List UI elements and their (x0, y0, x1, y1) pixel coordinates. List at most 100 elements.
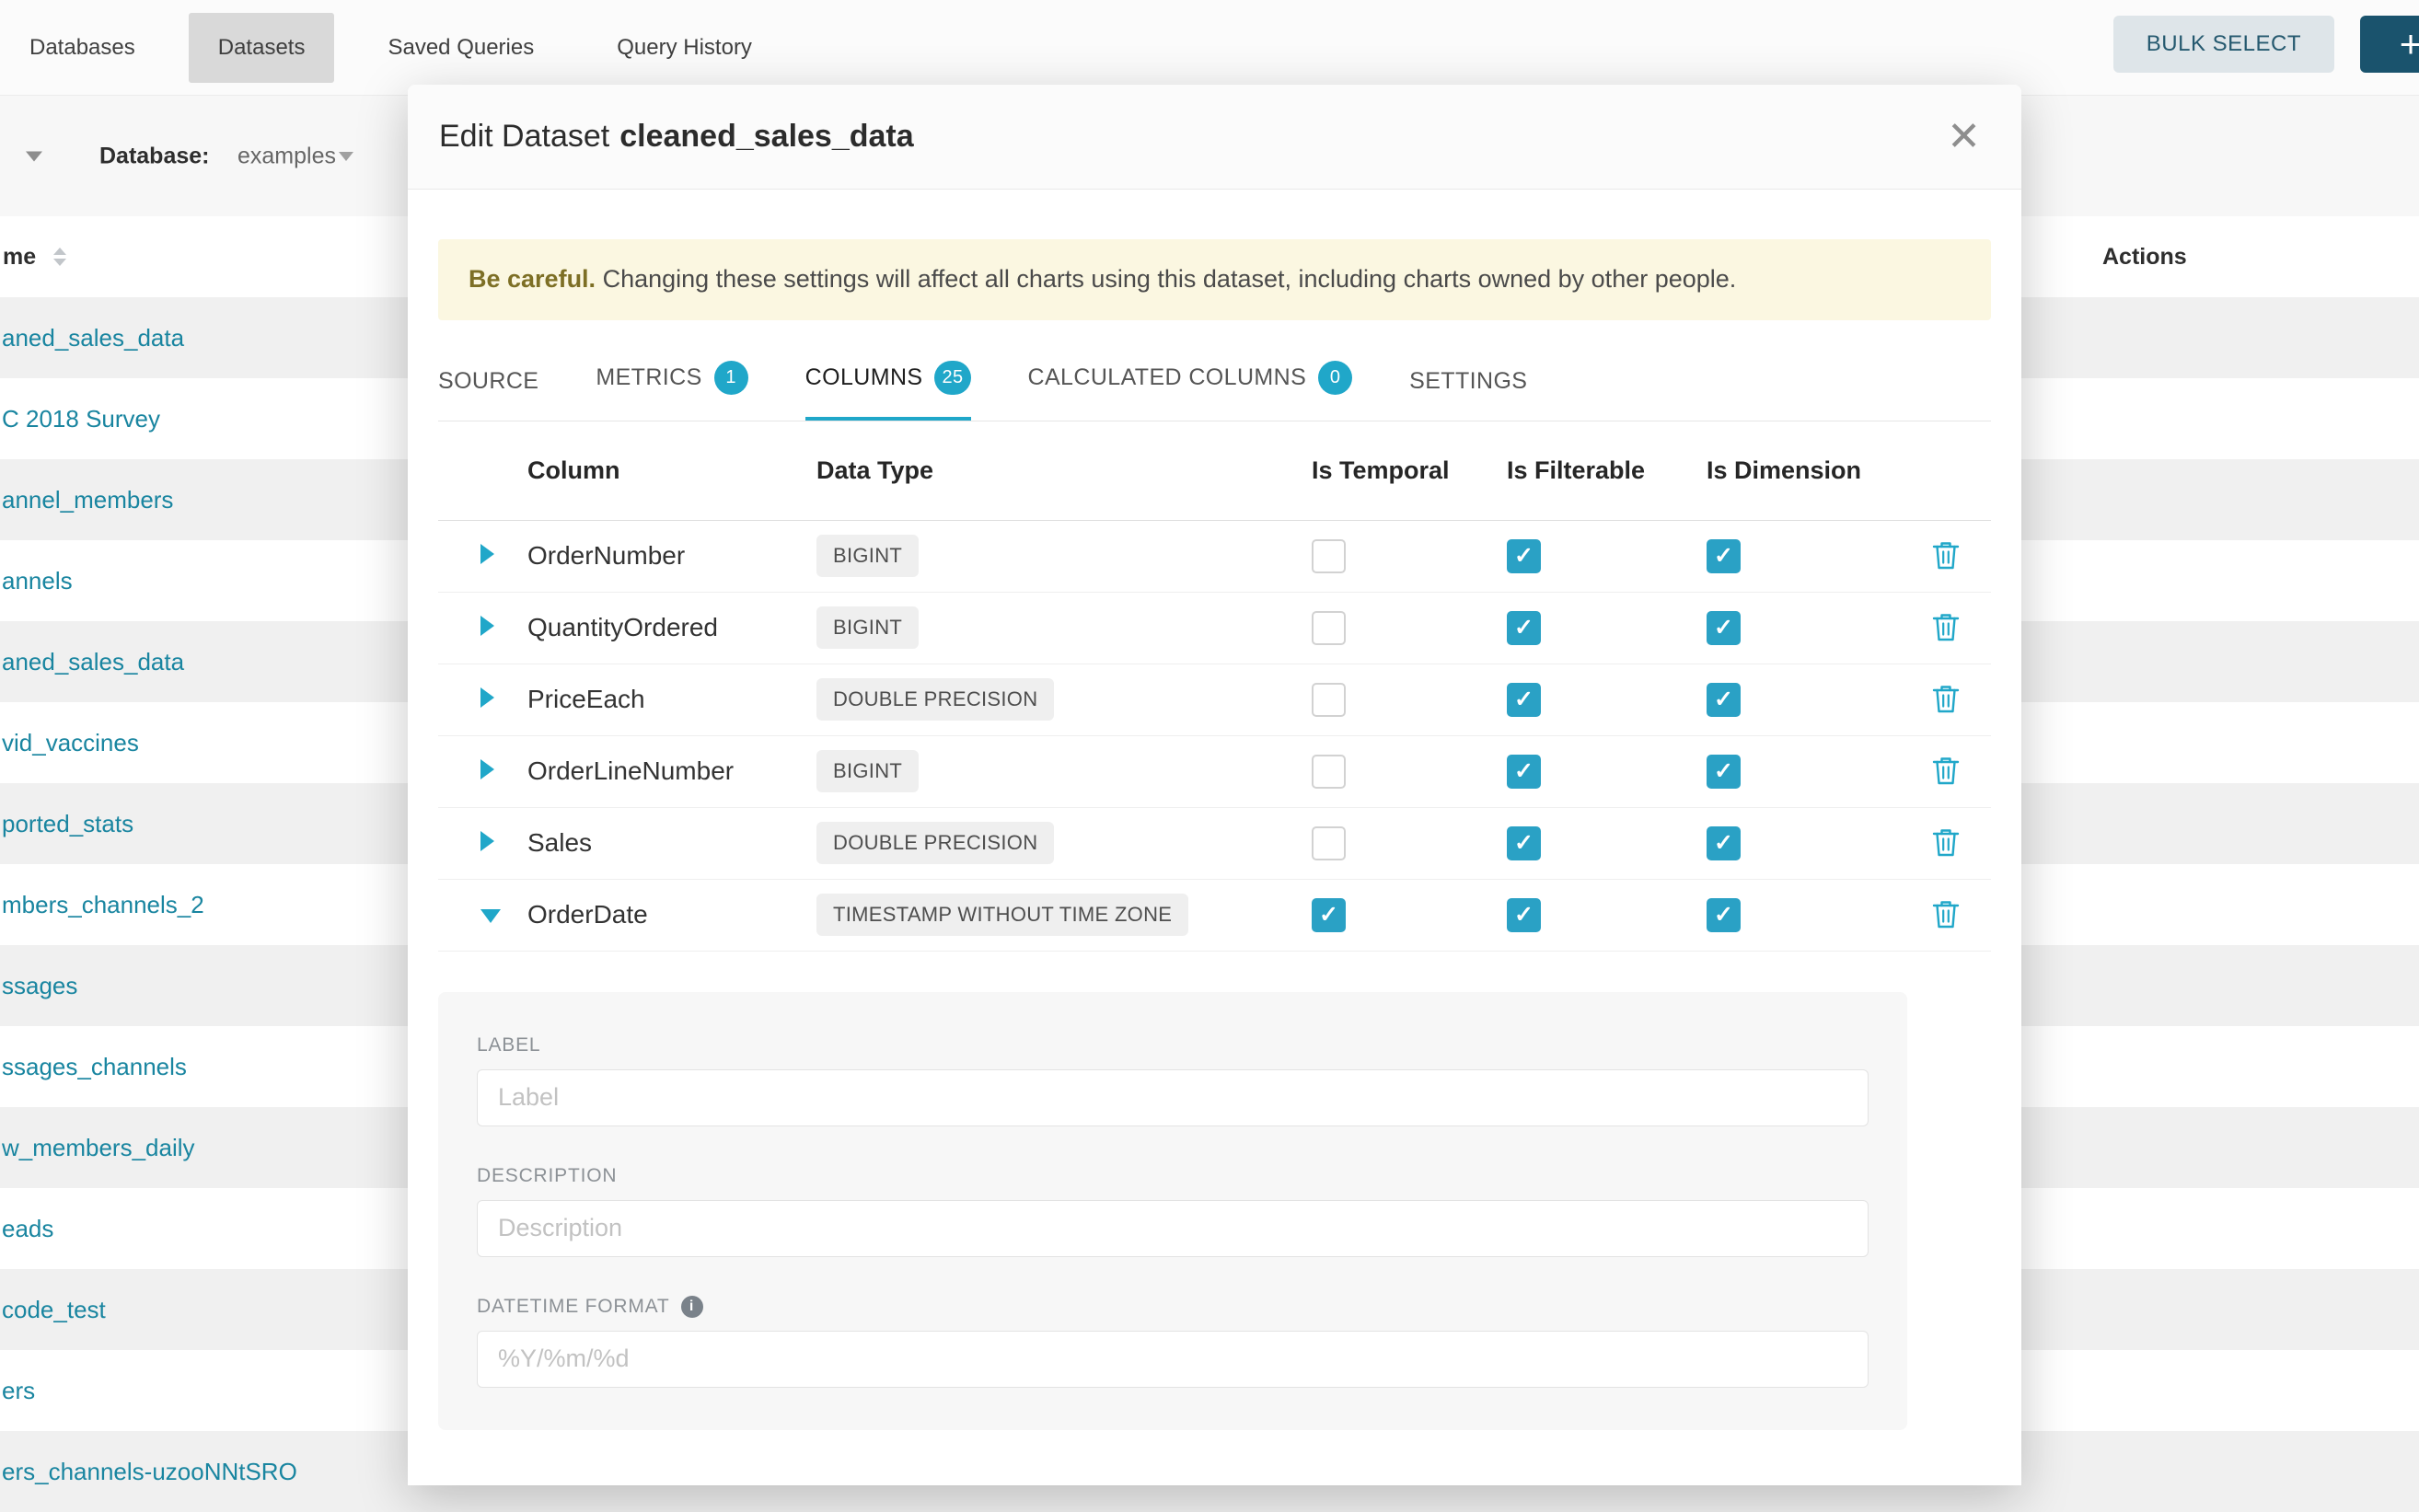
tab-settings[interactable]: SETTINGS (1409, 368, 1527, 421)
tab-label: SOURCE (438, 368, 538, 395)
is-filterable-checkbox[interactable]: ✓ (1507, 683, 1541, 717)
is-dimension-checkbox[interactable]: ✓ (1707, 539, 1741, 573)
dataset-link[interactable]: C 2018 Survey (2, 405, 160, 433)
tab-calculated-columns[interactable]: CALCULATED COLUMNS0 (1028, 361, 1353, 421)
is-temporal-checkbox[interactable] (1312, 683, 1346, 717)
expand-caret-icon[interactable] (480, 831, 494, 851)
is-filterable-checkbox[interactable]: ✓ (1507, 539, 1541, 573)
column-row: PriceEach DOUBLE PRECISION ✓ ✓ (438, 664, 1991, 736)
nav-tab-saved-queries[interactable]: Saved Queries (358, 13, 563, 83)
modal-tabs: SOURCE METRICS 1 COLUMNS25 CALCULATED COLUMN… (438, 361, 1991, 421)
delete-column-button[interactable] (1928, 823, 1963, 864)
nav-tab-query-history[interactable]: Query History (587, 13, 781, 83)
description-field-label: DESCRIPTION (477, 1165, 1869, 1187)
dataset-link[interactable]: ported_stats (2, 810, 133, 838)
expand-caret-icon[interactable] (480, 687, 494, 708)
modal-header: Edit Dataset cleaned_sales_data ✕ (408, 85, 2021, 190)
column-row: QuantityOrdered BIGINT ✓ ✓ (438, 593, 1991, 664)
column-header-is-dimension: Is Dimension (1707, 456, 1900, 485)
dataset-link[interactable]: ers (2, 1377, 35, 1405)
dataset-link[interactable]: mbers_channels_2 (2, 891, 204, 919)
delete-column-button[interactable] (1928, 895, 1963, 936)
dataset-link[interactable]: vid_vaccines (2, 729, 139, 757)
modal-title-dataset-name: cleaned_sales_data (619, 119, 913, 155)
sort-icon[interactable] (53, 248, 66, 266)
database-filter-value[interactable]: examples (237, 143, 336, 169)
name-column-header[interactable]: me (3, 244, 36, 271)
is-dimension-checkbox[interactable]: ✓ (1707, 826, 1741, 860)
expand-caret-icon[interactable] (480, 759, 494, 779)
dataset-link[interactable]: eads (2, 1215, 53, 1243)
data-type-badge: BIGINT (816, 606, 919, 649)
tab-label: METRICS (596, 364, 701, 391)
description-input[interactable] (477, 1200, 1869, 1257)
delete-column-button[interactable] (1928, 751, 1963, 792)
warning-bold-text: Be careful. (469, 265, 596, 293)
label-input[interactable] (477, 1069, 1869, 1126)
nav-tabs: Databases Datasets Saved Queries Query Hist… (0, 0, 805, 95)
column-header-data-type: Data Type (816, 456, 1312, 485)
is-dimension-checkbox[interactable]: ✓ (1707, 611, 1741, 645)
nav-tab-datasets[interactable]: Datasets (189, 13, 335, 83)
tab-count-badge: 0 (1318, 361, 1352, 395)
chevron-down-icon[interactable] (26, 151, 42, 161)
is-temporal-checkbox[interactable] (1312, 539, 1346, 573)
dataset-link[interactable]: w_members_daily (2, 1134, 195, 1162)
is-temporal-checkbox[interactable] (1312, 611, 1346, 645)
is-dimension-checkbox[interactable]: ✓ (1707, 898, 1741, 932)
dataset-link[interactable]: annel_members (2, 486, 173, 514)
label-field-label: LABEL (477, 1034, 1869, 1056)
close-icon[interactable]: ✕ (1934, 111, 1994, 163)
expand-caret-icon[interactable] (480, 544, 494, 564)
is-filterable-checkbox[interactable]: ✓ (1507, 826, 1541, 860)
warning-banner: Be careful. Changing these settings will… (438, 239, 1991, 320)
expand-caret-icon[interactable] (480, 616, 494, 636)
delete-column-button[interactable] (1928, 607, 1963, 649)
edit-dataset-modal: Edit Dataset cleaned_sales_data ✕ Be car… (408, 85, 2021, 1485)
dataset-link[interactable]: aned_sales_data (2, 324, 184, 352)
data-type-badge: DOUBLE PRECISION (816, 822, 1054, 864)
chevron-down-icon[interactable] (339, 152, 353, 161)
tab-count-badge: 1 (714, 361, 748, 395)
tab-metrics[interactable]: METRICS 1 (596, 361, 747, 421)
is-dimension-checkbox[interactable]: ✓ (1707, 755, 1741, 789)
column-name: OrderNumber (527, 541, 816, 571)
dataset-link[interactable]: ssages_channels (2, 1053, 187, 1081)
dataset-link[interactable]: ers_channels-uzooNNtSRO (2, 1458, 297, 1486)
delete-column-button[interactable] (1928, 679, 1963, 721)
tab-label: SETTINGS (1409, 368, 1527, 395)
data-type-badge: TIMESTAMP WITHOUT TIME ZONE (816, 894, 1188, 936)
tab-source[interactable]: SOURCE (438, 368, 538, 421)
dataset-link[interactable]: annels (2, 567, 73, 595)
column-header-column: Column (527, 456, 816, 485)
bulk-select-button[interactable]: BULK SELECT (2113, 16, 2334, 73)
datetime-format-field-group: DATETIME FORMAT i (477, 1296, 1869, 1388)
column-row: OrderLineNumber BIGINT ✓ ✓ (438, 736, 1991, 808)
dataset-link[interactable]: ssages (2, 972, 77, 1000)
tab-columns[interactable]: COLUMNS25 (805, 361, 971, 421)
dataset-link[interactable]: code_test (2, 1296, 106, 1324)
datetime-format-input[interactable] (477, 1331, 1869, 1388)
is-temporal-checkbox[interactable] (1312, 826, 1346, 860)
is-filterable-checkbox[interactable]: ✓ (1507, 611, 1541, 645)
add-dataset-button[interactable]: + (2360, 16, 2419, 73)
column-details-panel: LABEL DESCRIPTION DATETIME FORMAT i (438, 992, 1907, 1430)
is-filterable-checkbox[interactable]: ✓ (1507, 898, 1541, 932)
is-dimension-checkbox[interactable]: ✓ (1707, 683, 1741, 717)
datetime-format-field-label: DATETIME FORMAT i (477, 1296, 1869, 1318)
database-filter-label: Database: (99, 143, 210, 169)
is-temporal-checkbox[interactable] (1312, 755, 1346, 789)
nav-tab-databases[interactable]: Databases (0, 13, 165, 83)
data-type-badge: BIGINT (816, 535, 919, 577)
column-header-is-temporal: Is Temporal (1312, 456, 1507, 485)
warning-text: Changing these settings will affect all … (596, 265, 1736, 293)
column-header-is-filterable: Is Filterable (1507, 456, 1707, 485)
modal-title: Edit Dataset (439, 119, 609, 155)
is-filterable-checkbox[interactable]: ✓ (1507, 755, 1541, 789)
delete-column-button[interactable] (1928, 536, 1963, 577)
expand-caret-icon[interactable] (480, 909, 501, 923)
dataset-link[interactable]: aned_sales_data (2, 648, 184, 676)
actions-column-header: Actions (2102, 244, 2187, 271)
info-icon[interactable]: i (681, 1296, 703, 1318)
is-temporal-checkbox[interactable]: ✓ (1312, 898, 1346, 932)
